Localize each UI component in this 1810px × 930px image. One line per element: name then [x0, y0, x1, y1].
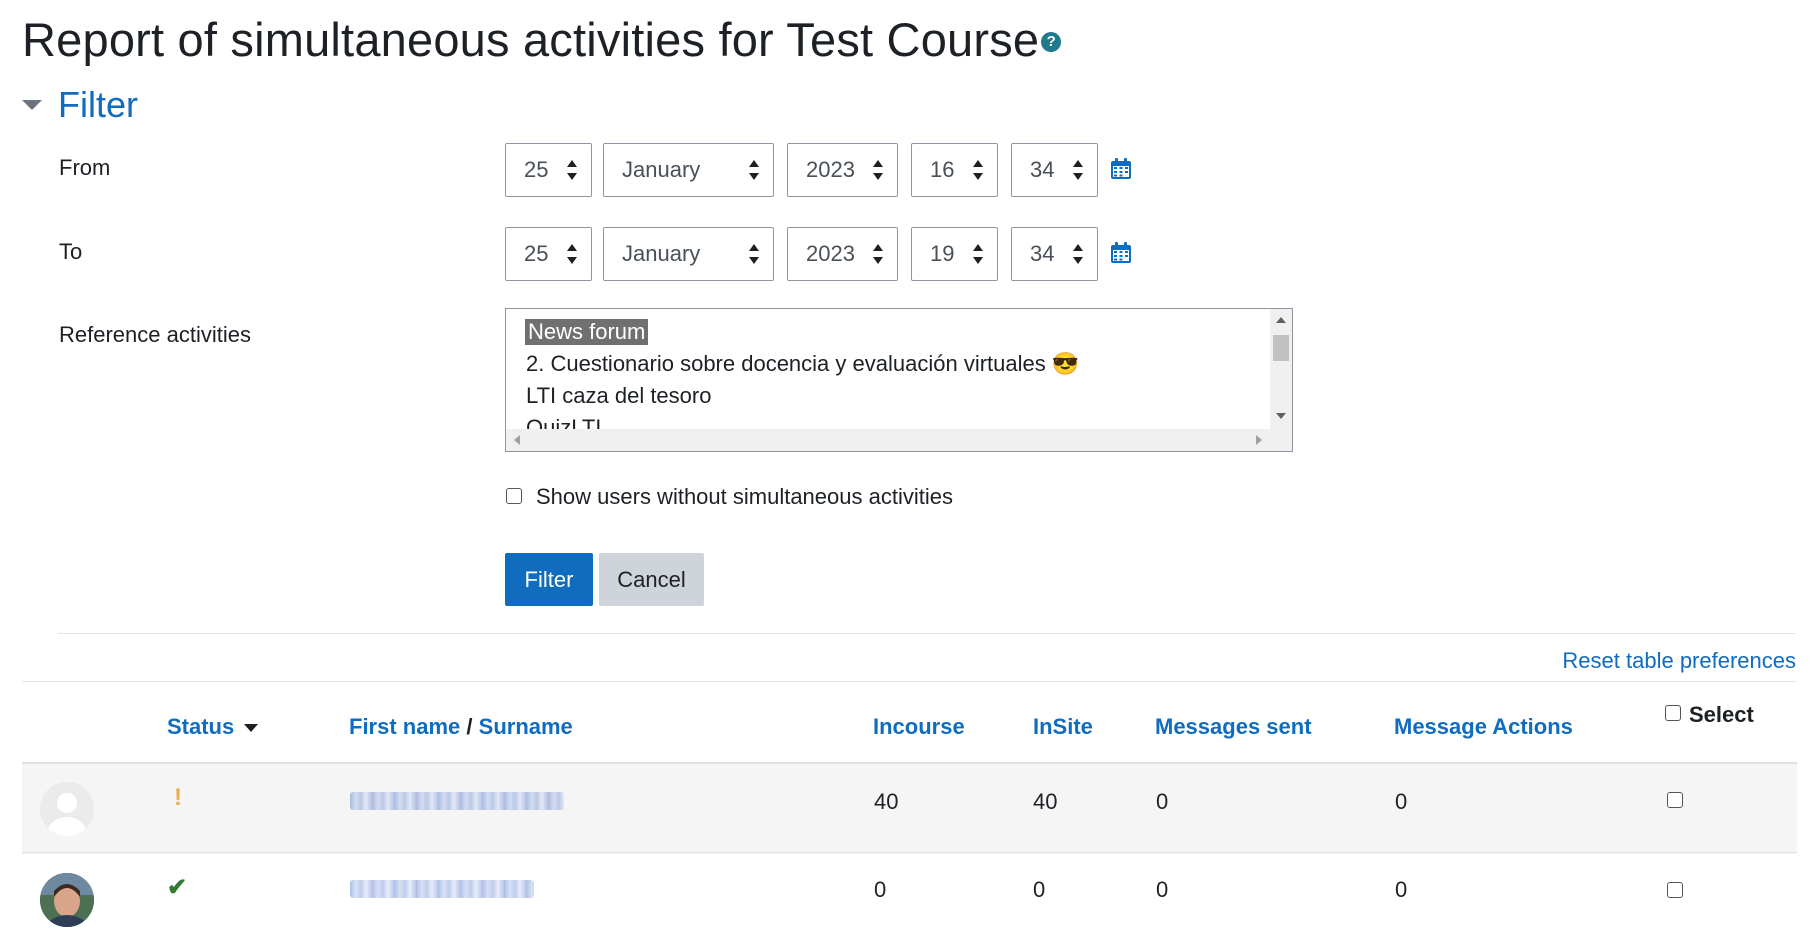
avatar[interactable]	[40, 873, 94, 927]
reset-table-preferences-link[interactable]: Reset table preferences	[1562, 648, 1796, 674]
from-hour-select[interactable]: 16	[911, 143, 998, 197]
incourse-value: 40	[874, 789, 899, 814]
reference-activities-label: Reference activities	[59, 322, 251, 347]
page-title-text: Report of simultaneous activities for Te…	[22, 13, 1040, 66]
column-header-incourse[interactable]: Incourse	[873, 714, 965, 740]
select-arrows-icon	[567, 160, 577, 180]
divider	[22, 681, 1797, 682]
select-arrows-icon	[1073, 244, 1083, 264]
select-arrows-icon	[973, 160, 983, 180]
select-arrows-icon	[567, 244, 577, 264]
column-header-insite[interactable]: InSite	[1033, 714, 1093, 740]
row-select-checkbox[interactable]	[1667, 882, 1683, 898]
status-header-label: Status	[167, 714, 235, 739]
table-row	[22, 762, 1797, 854]
from-minute-value: 34	[1030, 157, 1055, 182]
messages-sent-value: 0	[1156, 877, 1169, 902]
row-select-checkbox[interactable]	[1667, 792, 1683, 808]
vertical-scrollbar[interactable]	[1270, 309, 1292, 429]
avatar[interactable]	[40, 782, 94, 836]
calendar-icon[interactable]	[1110, 242, 1132, 264]
check-icon: ✔	[167, 874, 188, 901]
from-month-select[interactable]: January	[603, 143, 774, 197]
to-label: To	[59, 239, 83, 264]
to-year-select[interactable]: 2023	[787, 227, 898, 281]
to-hour-select[interactable]: 19	[911, 227, 998, 281]
message-actions-value: 0	[1395, 877, 1408, 902]
to-month-select[interactable]: January	[603, 227, 774, 281]
page-title: Report of simultaneous activities for Te…	[22, 12, 1062, 67]
row-divider	[22, 852, 1797, 853]
scrollbar-thumb[interactable]	[1273, 335, 1289, 361]
insite-value: 0	[1033, 877, 1046, 902]
scroll-down-arrow-icon[interactable]	[1276, 413, 1286, 419]
column-header-status[interactable]: Status	[167, 714, 259, 740]
to-hour-value: 19	[930, 241, 955, 266]
select-arrows-icon	[749, 160, 759, 180]
activity-option[interactable]: 2. Cuestionario sobre docencia y evaluac…	[526, 351, 1079, 377]
caret-down-icon	[22, 100, 42, 110]
column-header-message-actions[interactable]: Message Actions	[1394, 714, 1573, 740]
column-header-messages-sent[interactable]: Messages sent	[1155, 714, 1312, 740]
select-arrows-icon	[1073, 160, 1083, 180]
activity-option[interactable]: News forum	[525, 319, 649, 345]
sort-desc-icon	[244, 724, 259, 733]
from-label: From	[59, 155, 111, 180]
select-arrows-icon	[873, 244, 883, 264]
select-arrows-icon	[973, 244, 983, 264]
filter-heading: Filter	[58, 84, 138, 125]
from-day-value: 25	[524, 157, 549, 182]
user-photo	[40, 873, 94, 927]
question-circle-icon[interactable]: ?	[1041, 31, 1062, 52]
calendar-icon[interactable]	[1110, 158, 1132, 180]
divider	[58, 633, 1796, 634]
filter-collapse-toggle[interactable]: Filter	[22, 84, 138, 126]
scrollbar-corner	[1270, 429, 1292, 451]
name-separator: /	[466, 714, 473, 739]
to-month-value: January	[622, 241, 701, 266]
first-name-sort-link[interactable]: First name	[349, 714, 460, 739]
scroll-up-arrow-icon[interactable]	[1276, 317, 1286, 323]
show-without-checkbox[interactable]	[506, 488, 522, 504]
show-without-label[interactable]: Show users without simultaneous activiti…	[536, 484, 953, 510]
from-month-value: January	[622, 157, 701, 182]
reference-activities-listbox[interactable]: News forum 2. Cuestionario sobre docenci…	[505, 308, 1293, 452]
insite-value: 40	[1033, 789, 1058, 814]
surname-sort-link[interactable]: Surname	[479, 714, 573, 739]
select-all-checkbox[interactable]	[1665, 705, 1681, 721]
incourse-value: 0	[874, 877, 887, 902]
to-day-value: 25	[524, 241, 549, 266]
to-day-select[interactable]: 25	[505, 227, 592, 281]
messages-sent-value: 0	[1156, 789, 1169, 814]
horizontal-scrollbar[interactable]	[506, 429, 1272, 451]
to-minute-value: 34	[1030, 241, 1055, 266]
select-arrows-icon	[749, 244, 759, 264]
column-header-select: Select	[1689, 702, 1754, 727]
scroll-left-arrow-icon[interactable]	[514, 435, 520, 445]
select-arrows-icon	[873, 160, 883, 180]
cancel-button[interactable]: Cancel	[599, 553, 704, 606]
from-hour-value: 16	[930, 157, 955, 182]
to-minute-select[interactable]: 34	[1011, 227, 1098, 281]
from-day-select[interactable]: 25	[505, 143, 592, 197]
activity-option[interactable]: LTI caza del tesoro	[526, 383, 711, 409]
default-user-icon	[40, 782, 94, 836]
user-fullname-link[interactable]	[350, 792, 564, 810]
from-minute-select[interactable]: 34	[1011, 143, 1098, 197]
filter-button[interactable]: Filter	[505, 553, 593, 606]
to-year-value: 2023	[806, 241, 855, 266]
scroll-right-arrow-icon[interactable]	[1256, 435, 1262, 445]
column-header-name: First name / Surname	[349, 714, 573, 740]
from-year-value: 2023	[806, 157, 855, 182]
from-year-select[interactable]: 2023	[787, 143, 898, 197]
message-actions-value: 0	[1395, 789, 1408, 814]
warning-icon: !	[174, 784, 182, 811]
user-fullname-link[interactable]	[350, 880, 534, 898]
